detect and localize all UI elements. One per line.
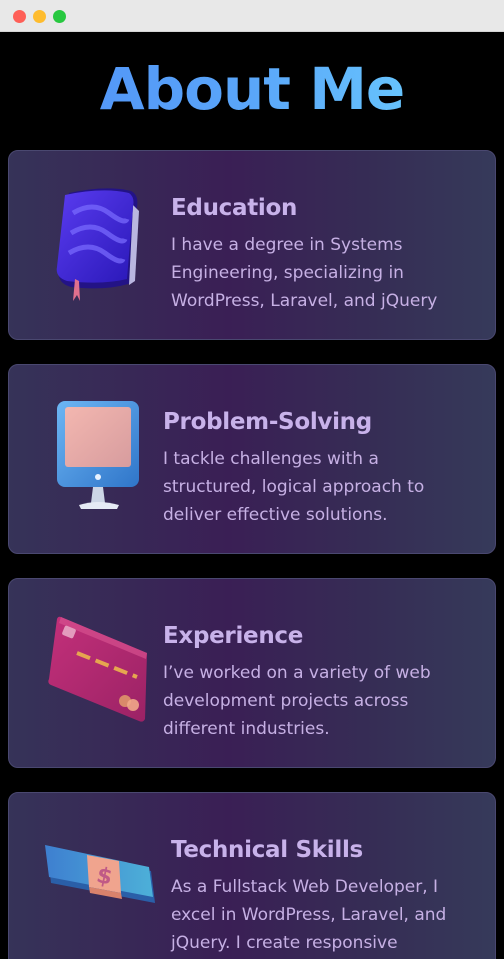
card-description: I have a degree in Systems Engineering, … (171, 235, 438, 311)
zoom-window-button[interactable] (53, 10, 66, 23)
window-titlebar (0, 0, 504, 32)
card-title: Technical Skills (171, 837, 363, 863)
card-description: I’ve worked on a variety of web developm… (163, 663, 431, 739)
monitor-icon (55, 399, 141, 509)
page-title: About Me (0, 54, 504, 124)
close-window-button[interactable] (13, 10, 26, 23)
card-problem-solving: Problem-Solving I tackle challenges with… (8, 364, 496, 554)
minimize-window-button[interactable] (33, 10, 46, 23)
credit-card-icon (47, 613, 149, 725)
card-experience: Experience I’ve worked on a variety of w… (8, 578, 496, 768)
card-title: Experience (163, 623, 304, 649)
about-page: About Me Education I have a degree in Sy… (0, 32, 504, 959)
card-title: Education (171, 195, 298, 221)
money-icon: $ (39, 841, 159, 927)
card-education: Education I have a degree in Systems Eng… (8, 150, 496, 340)
card-technical-skills: $ Technical Skills As a Fullstack Web De… (8, 792, 496, 959)
card-title: Problem-Solving (163, 409, 372, 435)
card-description: I tackle challenges with a structured, l… (163, 449, 425, 525)
book-icon (47, 183, 149, 301)
card-description: As a Fullstack Web Developer, I excel in… (171, 877, 447, 953)
